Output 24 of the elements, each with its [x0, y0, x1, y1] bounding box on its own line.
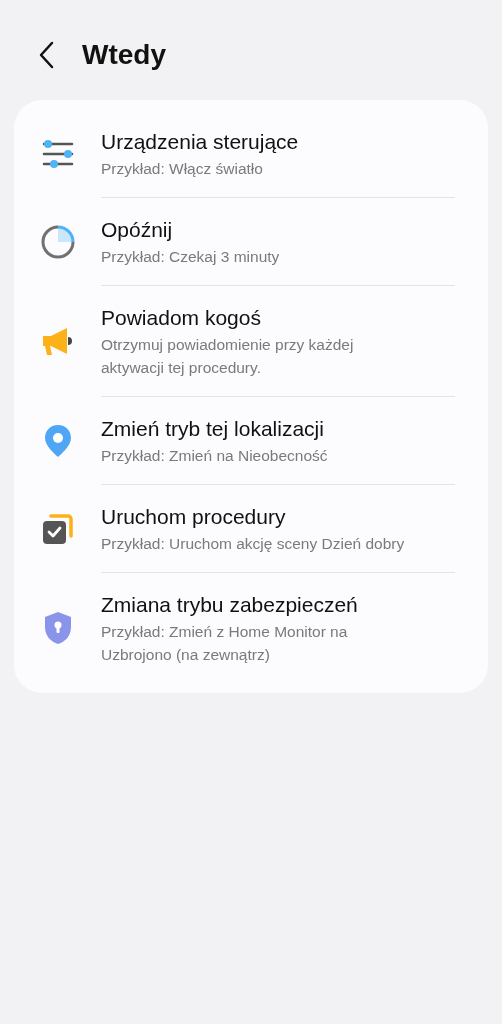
action-item[interactable]: Zmień tryb tej lokalizacji Przykład: Zmień na Nieobecność — [14, 397, 488, 484]
page-title: Wtedy — [82, 38, 166, 72]
megaphone-icon — [40, 325, 75, 357]
item-title: Uruchom procedury — [101, 504, 287, 530]
action-item[interactable]: Urządzenia sterujące Przykład: Włącz światło — [14, 110, 488, 197]
sliders-icon — [41, 139, 74, 168]
item-title: Zmień tryb tej lokalizacji — [101, 416, 325, 442]
item-subtitle: Otrzymuj powiadomienie przy każdej aktywacji tej procedury. — [101, 335, 355, 378]
action-item[interactable]: Uruchom procedury Przykład: Uruchom akcję sceny Dzień dobry — [14, 485, 488, 572]
action-item[interactable]: Powiadom kogoś Otrzymuj powiadomienie przy każdej aktywacji tej procedury. — [14, 286, 488, 396]
item-title: Zmiana trybu zabezpieczeń — [101, 592, 359, 618]
action-item[interactable]: Zmiana trybu zabezpieczeń Przykład: Zmień z Home Monitor na Uzbrojono (na zewnątrz) — [14, 573, 488, 683]
location-pin-icon — [43, 423, 72, 458]
item-title: Opóźnij — [101, 217, 174, 243]
item-subtitle: Przykład: Zmień z Home Monitor na Uzbrojono (na zewnątrz) — [101, 622, 349, 665]
action-item[interactable]: Opóźnij Przykład: Czekaj 3 minuty — [14, 198, 488, 285]
item-subtitle: Przykład: Zmień na Nieobecność — [101, 446, 329, 466]
shield-lock-icon — [42, 611, 73, 645]
item-title: Urządzenia sterujące — [101, 129, 300, 155]
checked-cards-icon — [40, 511, 75, 546]
item-subtitle: Przykład: Uruchom akcję sceny Dzień dobry — [101, 534, 406, 554]
item-subtitle: Przykład: Włącz światło — [101, 159, 264, 179]
item-subtitle: Przykład: Czekaj 3 minuty — [101, 247, 281, 267]
item-title: Powiadom kogoś — [101, 305, 262, 331]
